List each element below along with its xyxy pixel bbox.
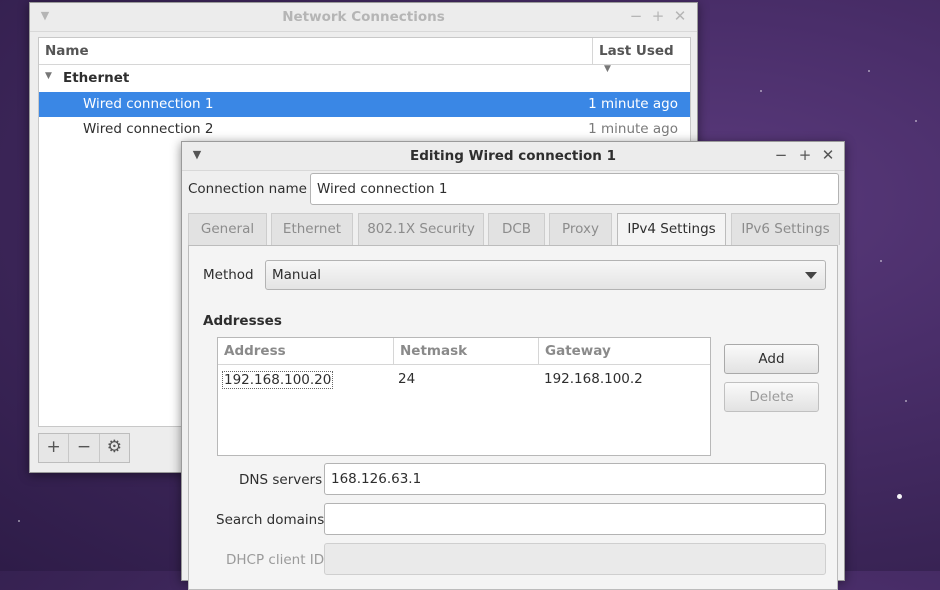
- group-ethernet-label: Ethernet: [63, 70, 130, 86]
- connection-name-field[interactable]: Wired connection 1: [310, 173, 839, 205]
- star: [915, 120, 917, 122]
- search-domains-field[interactable]: [324, 503, 826, 535]
- remove-connection-button[interactable]: −: [69, 434, 100, 462]
- addresses-table-header: Address Netmask Gateway: [218, 338, 710, 365]
- editing-titlebar[interactable]: ▼ Editing Wired connection 1 − + ✕: [182, 142, 844, 171]
- expander-icon[interactable]: ▼: [45, 71, 52, 81]
- star: [760, 90, 762, 92]
- method-label: Method: [203, 267, 254, 283]
- network-connections-titlebar[interactable]: ▼ Network Connections − + ✕: [30, 3, 697, 32]
- column-gateway-header: Gateway: [545, 343, 611, 359]
- column-separator: [538, 338, 539, 364]
- column-separator: [592, 38, 593, 64]
- connections-list-header: Name Last Used ▼: [39, 38, 690, 74]
- connection-last-used: 1 minute ago: [588, 96, 678, 112]
- connection-name-label: Connection name: [188, 181, 307, 197]
- address-cell[interactable]: 192.168.100.20: [222, 371, 334, 389]
- star: [18, 520, 20, 522]
- dhcp-client-id-field[interactable]: [324, 543, 826, 575]
- star: [905, 400, 907, 402]
- dhcp-client-id-label: DHCP client ID: [226, 552, 325, 568]
- netmask-cell[interactable]: 24: [398, 371, 415, 387]
- tab-ipv4-settings[interactable]: IPv4 Settings: [617, 213, 726, 247]
- group-ethernet[interactable]: ▼ Ethernet: [39, 66, 690, 91]
- addresses-table[interactable]: Address Netmask Gateway 192.168.100.20 2…: [217, 337, 711, 456]
- tab-ipv6-settings[interactable]: IPv6 Settings: [731, 213, 840, 245]
- column-last-used-label: Last Used: [599, 43, 674, 59]
- search-domains-label: Search domains: [216, 512, 325, 528]
- tab-proxy[interactable]: Proxy: [549, 213, 612, 245]
- list-item[interactable]: Wired connection 2 1 minute ago: [39, 117, 690, 142]
- method-select[interactable]: Manual: [265, 260, 826, 290]
- close-icon[interactable]: ✕: [671, 7, 689, 25]
- minimize-icon[interactable]: −: [627, 7, 645, 25]
- dns-servers-field[interactable]: 168.126.63.1: [324, 463, 826, 495]
- maximize-icon[interactable]: +: [649, 7, 667, 25]
- tab-ethernet[interactable]: Ethernet: [271, 213, 353, 245]
- maximize-icon[interactable]: +: [796, 146, 814, 164]
- connections-toolbar: + − ⚙: [38, 433, 130, 463]
- method-selected-value: Manual: [272, 267, 322, 283]
- tab-general[interactable]: General: [188, 213, 267, 245]
- column-address-header: Address: [224, 343, 286, 359]
- tab-8021x-security[interactable]: 802.1X Security: [358, 213, 484, 245]
- gateway-cell[interactable]: 192.168.100.2: [544, 371, 643, 387]
- editing-title: Editing Wired connection 1: [410, 148, 616, 164]
- dns-servers-label: DNS servers: [239, 472, 323, 488]
- star: [897, 494, 902, 499]
- add-connection-button[interactable]: +: [39, 434, 70, 462]
- star: [868, 70, 870, 72]
- addresses-heading: Addresses: [203, 313, 282, 329]
- delete-address-button[interactable]: Delete: [724, 382, 819, 412]
- tab-dcb[interactable]: DCB: [488, 213, 545, 245]
- close-icon[interactable]: ✕: [819, 146, 837, 164]
- star: [880, 260, 882, 262]
- connection-name: Wired connection 1: [83, 96, 214, 112]
- network-connections-title: Network Connections: [282, 9, 445, 25]
- editing-connection-window: ▼ Editing Wired connection 1 − + ✕ Conne…: [181, 141, 845, 590]
- connection-name: Wired connection 2: [83, 121, 214, 137]
- column-name-header[interactable]: Name: [45, 43, 89, 59]
- column-separator: [393, 338, 394, 364]
- gear-icon[interactable]: ⚙: [100, 434, 129, 462]
- connection-last-used: 1 minute ago: [588, 121, 678, 137]
- list-item[interactable]: Wired connection 1 1 minute ago: [39, 92, 690, 117]
- column-netmask-header: Netmask: [400, 343, 468, 359]
- chevron-down-icon: [805, 272, 817, 279]
- minimize-icon[interactable]: −: [772, 146, 790, 164]
- add-address-button[interactable]: Add: [724, 344, 819, 374]
- tab-bar: General Ethernet 802.1X Security DCB Pro…: [188, 213, 840, 247]
- ipv4-settings-pane: Method Manual Addresses Address Netmask …: [188, 245, 838, 590]
